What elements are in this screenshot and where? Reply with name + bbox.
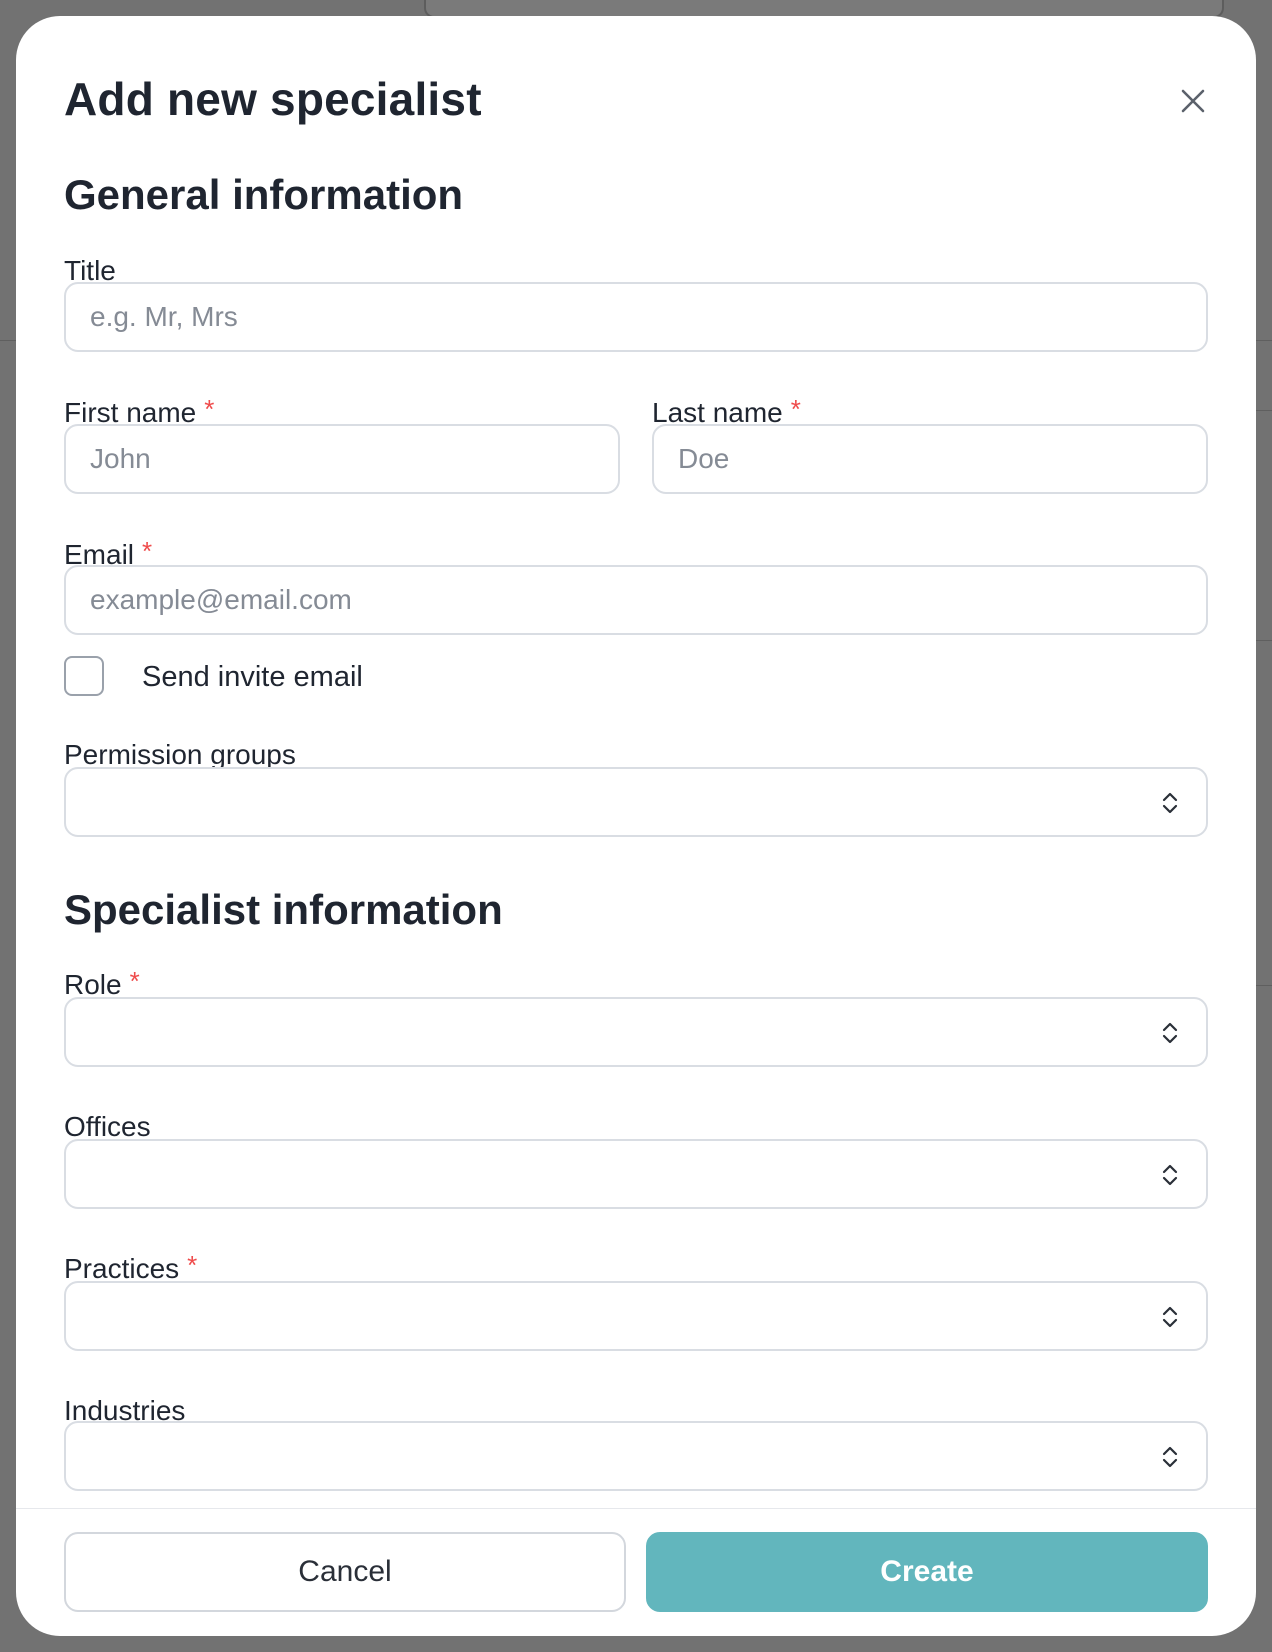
permission-groups-select[interactable] — [64, 767, 1208, 837]
role-select[interactable] — [64, 997, 1208, 1067]
first-name-input[interactable] — [64, 424, 620, 494]
required-marker: * — [204, 394, 215, 424]
title-input[interactable] — [64, 282, 1208, 352]
last-name-input[interactable] — [652, 424, 1208, 494]
email-input[interactable] — [64, 565, 1208, 635]
dialog-title: Add new specialist — [64, 73, 482, 125]
specialist-information-heading: Specialist information — [64, 886, 503, 933]
send-invite-label: Send invite email — [142, 661, 363, 693]
add-specialist-dialog: Add new specialist General information T… — [16, 16, 1256, 1636]
chevron-up-down-icon — [1162, 1306, 1178, 1328]
industries-select[interactable] — [64, 1421, 1208, 1491]
chevron-up-down-icon — [1162, 1446, 1178, 1468]
offices-select[interactable] — [64, 1139, 1208, 1209]
close-button[interactable] — [1176, 84, 1210, 118]
chevron-up-down-icon — [1162, 1022, 1178, 1044]
practices-select[interactable] — [64, 1281, 1208, 1351]
required-marker: * — [790, 394, 801, 424]
chevron-up-down-icon — [1162, 1164, 1178, 1186]
cancel-button[interactable]: Cancel — [64, 1532, 626, 1612]
general-information-heading: General information — [64, 171, 464, 218]
create-button[interactable]: Create — [646, 1532, 1208, 1612]
required-marker: * — [129, 966, 140, 996]
required-marker: * — [187, 1250, 198, 1280]
chevron-up-down-icon — [1162, 792, 1178, 814]
footer-divider — [16, 1508, 1256, 1509]
close-icon — [1181, 89, 1205, 113]
required-marker: * — [142, 536, 153, 566]
send-invite-checkbox[interactable] — [64, 656, 104, 696]
